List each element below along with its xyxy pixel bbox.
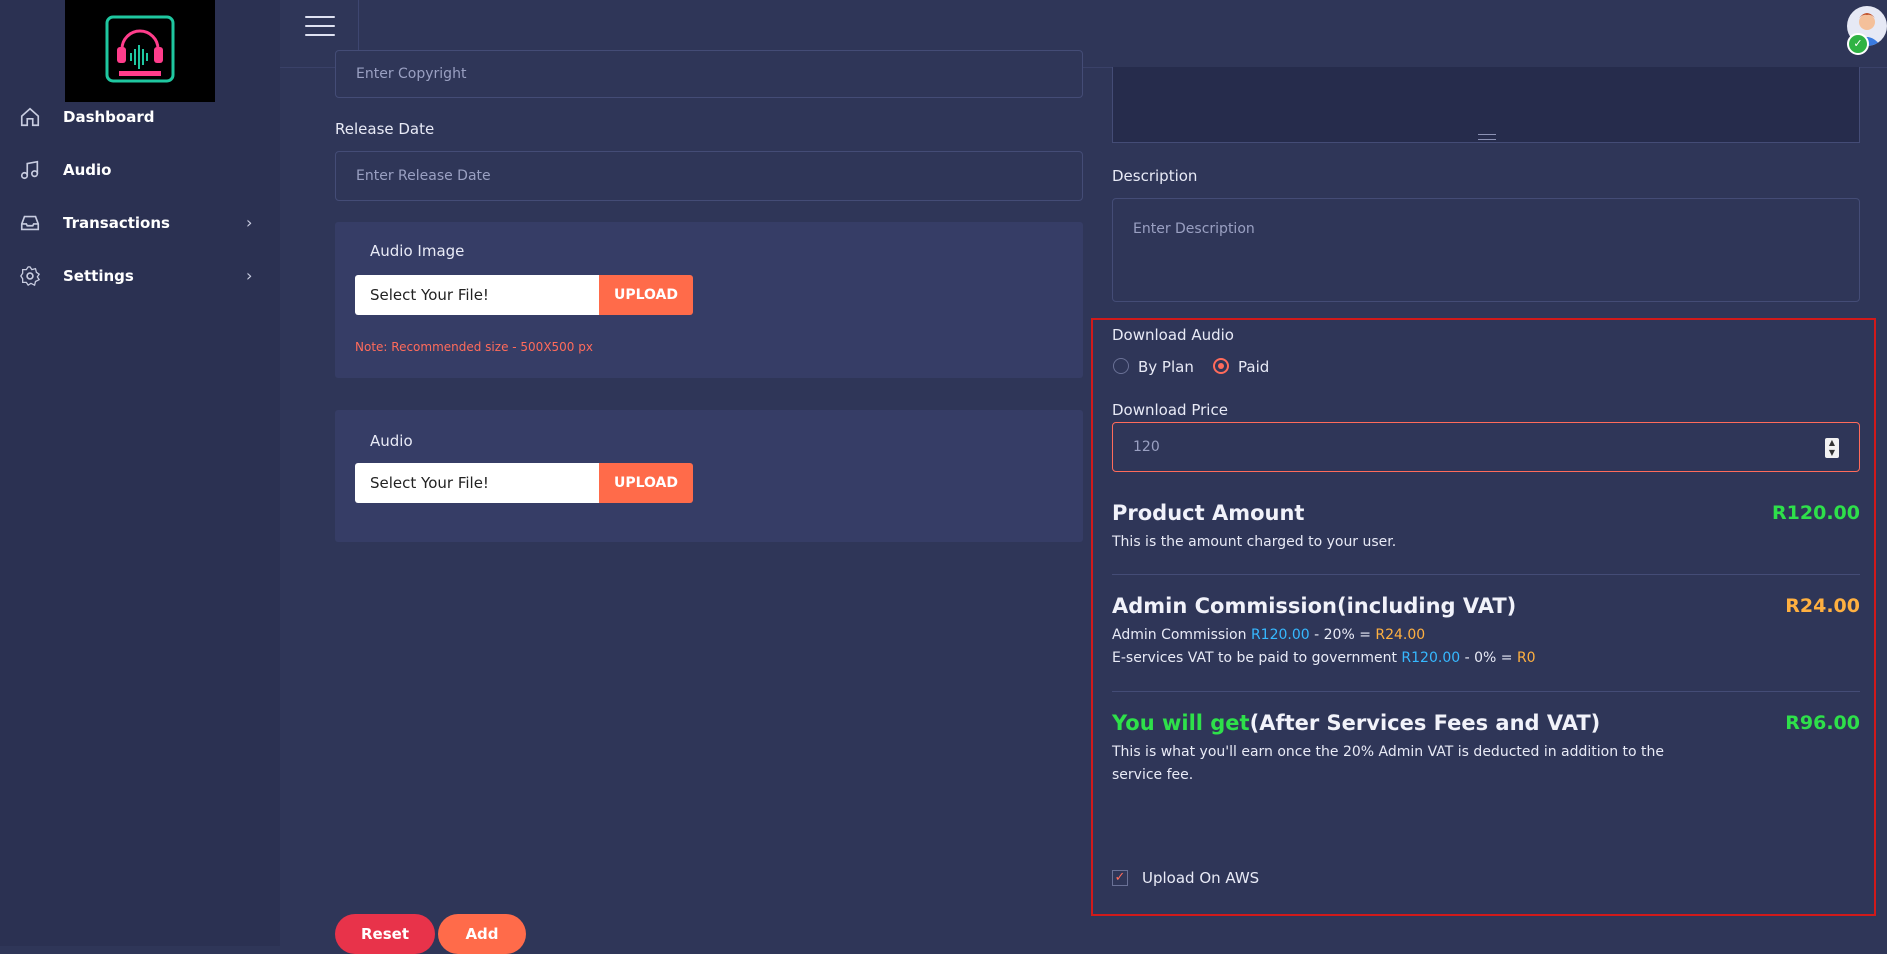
upload-aws-checkbox[interactable]: ✓ [1112, 870, 1128, 886]
download-price-input[interactable]: 120 ▲ ▼ [1112, 422, 1860, 472]
description-placeholder: Enter Description [1133, 221, 1255, 237]
upload-aws-label[interactable]: Upload On AWS [1142, 869, 1259, 887]
earn-title-rest: (After Services Fees and VAT) [1249, 711, 1601, 735]
reset-button[interactable]: Reset [335, 914, 435, 954]
sidebar-item-label: Settings [63, 266, 134, 285]
add-button[interactable]: Add [438, 914, 526, 954]
sidebar: Dashboard Audio Transactions › Settings … [0, 0, 280, 946]
commission-prefix: Admin Commission [1112, 627, 1251, 643]
description-textarea[interactable]: Enter Description [1112, 198, 1860, 302]
audio-image-card: Audio Image Select Your File! UPLOAD Not… [335, 222, 1083, 378]
download-price-label: Download Price [1112, 401, 1228, 419]
release-date-input[interactable]: Enter Release Date [335, 151, 1083, 201]
product-amount-value: R120.00 [1772, 502, 1860, 524]
audio-image-file-input[interactable]: Select Your File! [355, 275, 599, 315]
divider [1112, 691, 1860, 692]
inbox-icon [20, 215, 40, 230]
vat-mid: - 0% = [1460, 650, 1517, 666]
earn-title-highlight: You will get [1112, 711, 1250, 735]
audio-image-upload-button[interactable]: UPLOAD [599, 275, 693, 315]
you-will-get-value: R96.00 [1785, 712, 1860, 734]
you-will-get-title: You will get(After Services Fees and VAT… [1112, 711, 1600, 735]
commission-mid: - 20% = [1309, 627, 1376, 643]
download-audio-label: Download Audio [1112, 326, 1234, 344]
admin-commission-value: R24.00 [1785, 595, 1860, 617]
sidebar-item-transactions[interactable]: Transactions › [0, 196, 280, 249]
earn-desc-line-2: service fee. [1112, 767, 1194, 783]
vat-line: E-services VAT to be paid to government … [1112, 650, 1536, 666]
copyright-placeholder: Enter Copyright [356, 66, 467, 82]
app-logo[interactable] [65, 0, 215, 102]
radio-by-plan[interactable] [1113, 358, 1129, 374]
sidebar-item-label: Dashboard [63, 107, 155, 126]
admin-commission-line: Admin Commission R120.00 - 20% = R24.00 [1112, 627, 1425, 643]
gear-icon [20, 265, 41, 286]
product-amount-desc: This is the amount charged to your user. [1112, 534, 1397, 550]
sidebar-nav: Dashboard Audio Transactions › Settings … [0, 90, 280, 302]
copyright-input[interactable]: Enter Copyright [335, 50, 1083, 98]
sidebar-item-audio[interactable]: Audio [0, 143, 280, 196]
sidebar-item-label: Audio [63, 160, 112, 179]
sidebar-item-label: Transactions [63, 213, 170, 232]
chevron-right-icon: › [246, 213, 253, 232]
radio-paid[interactable] [1213, 358, 1229, 374]
commission-result: R24.00 [1375, 627, 1426, 643]
resize-handle-icon[interactable] [1478, 134, 1496, 140]
audio-label: Audio [370, 432, 413, 450]
download-price-value: 120 [1133, 439, 1160, 455]
music-note-icon [20, 160, 39, 179]
audio-card: Audio Select Your File! UPLOAD [335, 410, 1083, 542]
textarea-top-remnant[interactable] [1112, 67, 1860, 143]
admin-commission-title: Admin Commission(including VAT) [1112, 594, 1517, 618]
product-amount-title: Product Amount [1112, 501, 1305, 525]
description-label: Description [1112, 167, 1198, 185]
audio-image-label: Audio Image [370, 242, 465, 260]
audio-image-file-text: Select Your File! [370, 286, 489, 304]
earn-desc-line-1: This is what you'll earn once the 20% Ad… [1112, 744, 1665, 760]
home-icon [20, 107, 40, 126]
number-spinner-icon[interactable]: ▲ ▼ [1825, 438, 1839, 458]
audio-image-note: Note: Recommended size - 500X500 px [355, 340, 593, 354]
commission-base: R120.00 [1250, 627, 1310, 643]
menu-toggle-icon[interactable] [305, 16, 335, 38]
release-date-placeholder: Enter Release Date [356, 168, 491, 184]
audio-upload-button[interactable]: UPLOAD [599, 463, 693, 503]
radio-paid-label[interactable]: Paid [1238, 358, 1269, 376]
audio-file-text: Select Your File! [370, 474, 489, 492]
chevron-right-icon: › [246, 266, 253, 285]
sidebar-item-dashboard[interactable]: Dashboard [0, 90, 280, 143]
vat-base: R120.00 [1401, 650, 1461, 666]
sidebar-item-settings[interactable]: Settings › [0, 249, 280, 302]
headphones-logo-icon [105, 15, 175, 83]
online-check-icon: ✓ [1847, 33, 1869, 55]
vat-prefix: E-services VAT to be paid to government [1112, 650, 1402, 666]
audio-file-input[interactable]: Select Your File! [355, 463, 599, 503]
release-date-label: Release Date [335, 120, 435, 138]
divider [1112, 574, 1860, 575]
vat-result: R0 [1516, 650, 1536, 666]
radio-by-plan-label[interactable]: By Plan [1138, 358, 1194, 376]
